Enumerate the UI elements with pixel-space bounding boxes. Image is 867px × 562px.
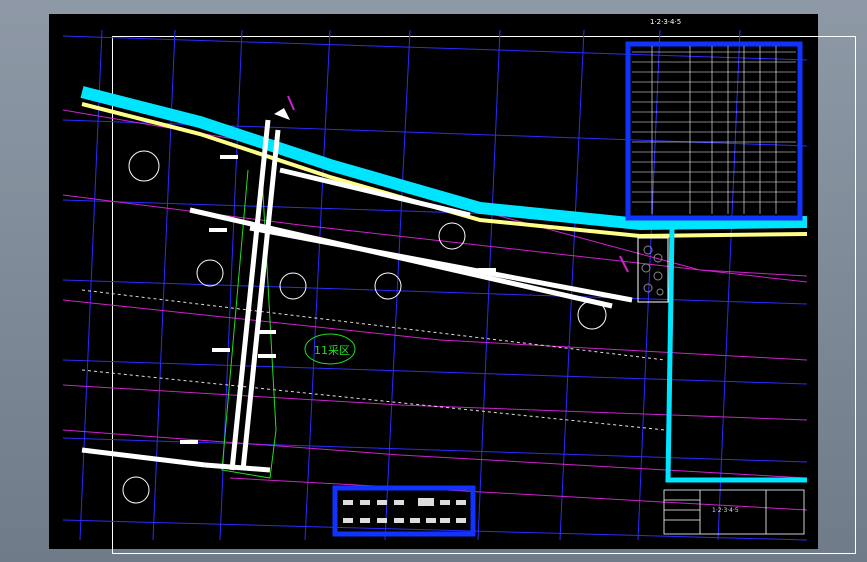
north-arrow-icon <box>274 108 290 120</box>
equipment-symbol-icon <box>128 150 160 182</box>
equipment-symbol-icon <box>279 272 307 300</box>
title-block-text: 1·2·3·4·5 <box>712 507 739 514</box>
grid-line <box>477 29 501 541</box>
equipment-symbol-icon <box>122 476 150 504</box>
magenta-marker <box>619 255 629 273</box>
roadway-tag <box>220 155 238 159</box>
symbol-palette-highlight <box>332 485 476 537</box>
magenta-marker <box>287 95 295 111</box>
symbol-palette-icon <box>343 498 466 523</box>
roadway-tag <box>258 330 276 334</box>
lower-roadway-end <box>204 462 271 473</box>
grid-line <box>62 359 808 385</box>
grid-line <box>62 279 808 305</box>
boundary-line <box>62 384 808 421</box>
grid-line <box>637 29 661 541</box>
equipment-symbol-icon <box>196 259 224 287</box>
grid-line <box>384 29 411 541</box>
legend-table-icon <box>632 46 796 214</box>
roadway-tag <box>180 440 198 444</box>
grid-line <box>717 29 741 541</box>
roadway-tag <box>258 354 276 358</box>
equipment-symbol-icon <box>577 300 607 330</box>
mine-drawing[interactable] <box>0 0 867 562</box>
roadway-tag <box>478 268 496 272</box>
boundary-line <box>62 299 808 361</box>
sheet-number: 1·2·3·4·5 <box>650 18 682 26</box>
cross-roadway-parallel <box>249 225 633 303</box>
mining-area-label: 11采区 <box>314 344 350 357</box>
grid-line <box>62 437 808 463</box>
roadway-tag <box>209 228 227 232</box>
equipment-symbol-icon <box>438 222 466 250</box>
grid-line <box>304 29 331 541</box>
lower-roadway <box>81 447 206 468</box>
boundary-line <box>62 429 808 479</box>
rock-hatch-pattern <box>641 245 664 296</box>
dashed-line <box>81 369 666 431</box>
roadway-tag <box>212 348 230 352</box>
